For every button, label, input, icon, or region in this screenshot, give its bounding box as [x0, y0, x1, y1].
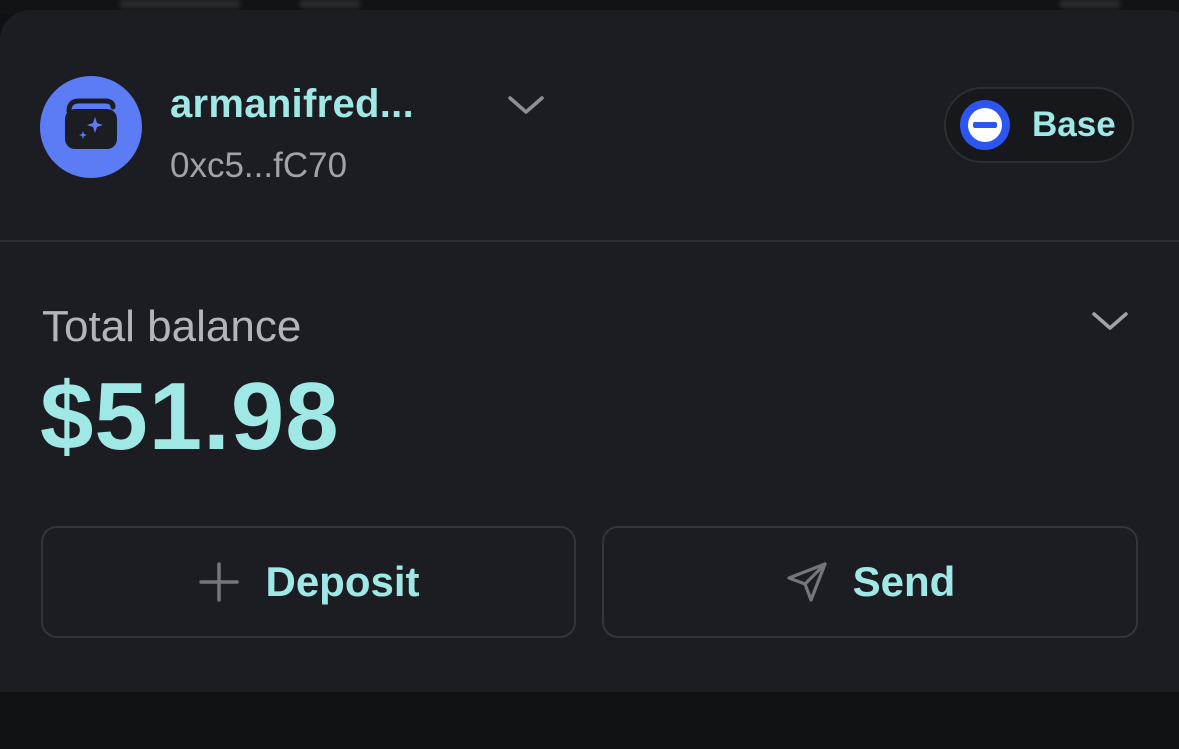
- wallet-sparkle-icon: [61, 97, 121, 158]
- balance-chevron-down-icon[interactable]: [1090, 306, 1130, 336]
- account-name[interactable]: armanifred...: [170, 82, 414, 127]
- base-network-icon: [960, 100, 1010, 150]
- balance-value: $51.98: [40, 363, 340, 470]
- wallet-card: armanifred... 0xc5...fC70 Base Total bal…: [0, 10, 1179, 692]
- deposit-button[interactable]: Deposit: [41, 526, 576, 638]
- wallet-address[interactable]: 0xc5...fC70: [170, 146, 347, 186]
- send-arrow-icon: [785, 560, 829, 604]
- send-label: Send: [852, 558, 956, 605]
- header-divider: [0, 240, 1179, 242]
- account-avatar[interactable]: [40, 76, 142, 178]
- bottom-background: [0, 692, 1179, 749]
- send-button[interactable]: Send: [602, 526, 1138, 638]
- balance-label: Total balance: [42, 302, 302, 351]
- deposit-label: Deposit: [265, 558, 420, 605]
- network-label: Base: [1032, 105, 1116, 144]
- network-selector[interactable]: Base: [944, 87, 1134, 163]
- account-chevron-down-icon[interactable]: [506, 90, 546, 120]
- plus-icon: [197, 560, 241, 604]
- app-screen: armanifred... 0xc5...fC70 Base Total bal…: [0, 0, 1179, 749]
- wallet-header: armanifred... 0xc5...fC70 Base: [0, 10, 1179, 240]
